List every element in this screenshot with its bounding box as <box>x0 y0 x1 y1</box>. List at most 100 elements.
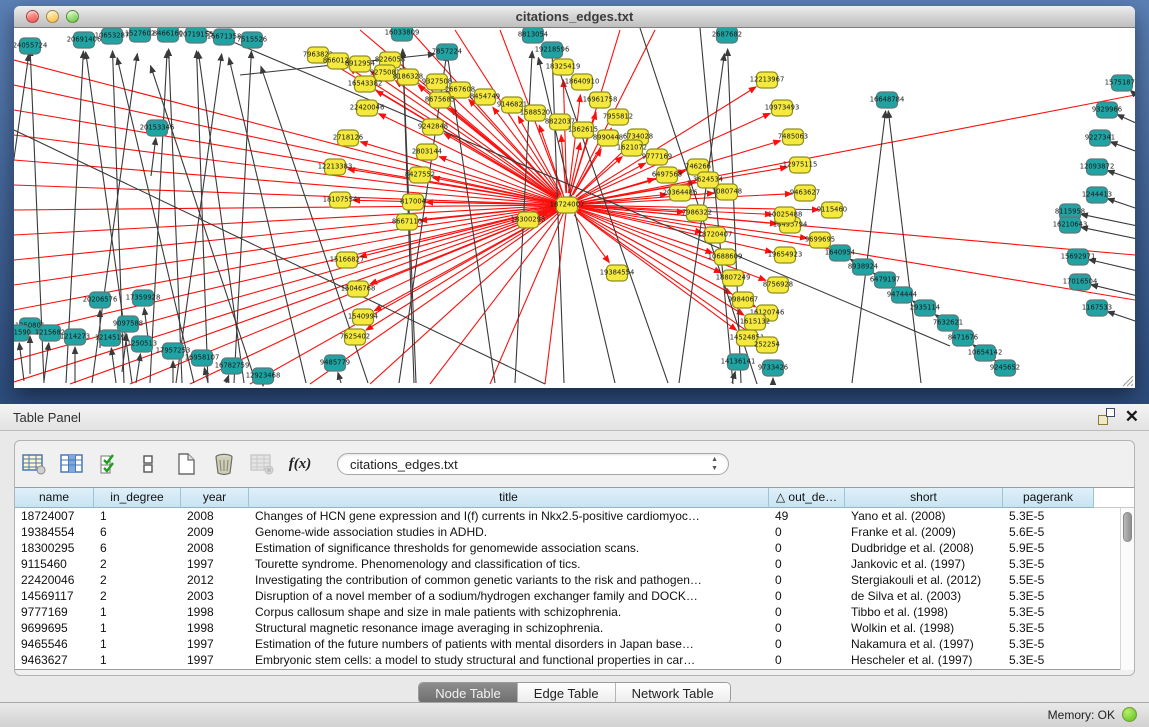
network-node-label: 7632621 <box>933 319 963 327</box>
cell-name: 9115460 <box>15 556 94 572</box>
table-row[interactable]: 946554611997Estimation of the future num… <box>15 636 1120 652</box>
cell-out_degree: 0 <box>769 588 845 604</box>
table-panel-header: Table Panel ✕ <box>0 404 1149 431</box>
network-node-label: 1167533 <box>1082 304 1112 312</box>
network-node-label: 1640954 <box>825 249 855 257</box>
network-canvas[interactable]: 1872400779638228660128891295482260589275… <box>14 28 1135 388</box>
network-node-label: 1080748 <box>712 188 742 196</box>
network-node-label: 15692971 <box>1061 253 1096 261</box>
network-node-label: 7515526 <box>237 36 267 44</box>
tab-node-table[interactable]: Node Table <box>419 683 518 703</box>
table-panel-title: Table Panel <box>13 410 81 425</box>
cell-in_degree: 2 <box>94 556 181 572</box>
scrollbar-thumb[interactable] <box>1123 512 1132 542</box>
cell-name: 22420046 <box>15 572 94 588</box>
network-node-label: 19654923 <box>768 251 803 259</box>
column-header-in_degree[interactable]: in_degree <box>94 488 181 508</box>
cell-pagerank: 5.3E-5 <box>1003 508 1094 524</box>
column-header-out_degree[interactable]: △ out_de… <box>769 488 845 508</box>
cell-in_degree: 2 <box>94 572 181 588</box>
network-node-label: 15166827 <box>330 256 365 264</box>
network-node-label: 9245652 <box>990 364 1020 372</box>
float-panel-icon[interactable] <box>1098 408 1115 425</box>
network-edge <box>169 49 182 383</box>
table-row[interactable]: 2242004622012Investigating the contribut… <box>15 572 1120 588</box>
network-node-label: 20206576 <box>83 296 118 304</box>
table-row[interactable]: 1872400712008Changes of HCN gene express… <box>15 508 1120 524</box>
cell-year: 1997 <box>181 636 249 652</box>
network-node-label: 10025488 <box>768 211 803 219</box>
cell-pagerank: 5.3E-5 <box>1003 620 1094 636</box>
network-edge <box>1107 171 1135 181</box>
network-node-label: 9984067 <box>728 296 758 304</box>
table-selector-dropdown[interactable]: citations_edges.txt ▲▼ <box>337 453 729 475</box>
tab-edge-table[interactable]: Edge Table <box>518 683 616 703</box>
network-node-label: 19384554 <box>600 269 635 277</box>
network-node-label: 9329966 <box>1092 106 1122 114</box>
network-node-label: 252254 <box>754 341 780 349</box>
network-node-label: 20364486 <box>663 189 698 197</box>
select-columns-icon[interactable] <box>59 451 85 477</box>
table-header-row: namein_degreeyeartitle△ out_de…shortpage… <box>15 488 1134 508</box>
cell-in_degree: 1 <box>94 652 181 668</box>
cell-name: 9777169 <box>15 604 94 620</box>
column-header-title[interactable]: title <box>249 488 769 508</box>
network-node-label: 8822037 <box>545 118 575 126</box>
network-edge <box>1089 259 1135 271</box>
cell-out_degree: 0 <box>769 652 845 668</box>
network-node-label: 9777169 <box>642 153 672 161</box>
column-header-short[interactable]: short <box>845 488 1003 508</box>
network-node-label: 9463627 <box>790 189 820 197</box>
network-node-label: 15046768 <box>341 285 376 293</box>
new-document-icon[interactable] <box>173 451 199 477</box>
resize-grip[interactable] <box>1121 374 1134 387</box>
network-edge <box>888 111 921 383</box>
network-node-label: 8756928 <box>763 281 793 289</box>
row-height-icon[interactable] <box>135 451 161 477</box>
network-node-label: 18724007 <box>550 201 585 209</box>
cell-in_degree: 6 <box>94 540 181 556</box>
cell-title: Tourette syndrome. Phenomenology and cla… <box>249 556 769 572</box>
delete-trash-icon[interactable] <box>211 451 237 477</box>
table-row[interactable]: 1830029562008Estimation of significance … <box>15 540 1120 556</box>
column-header-pagerank[interactable]: pagerank <box>1003 488 1094 508</box>
network-node-label: 17359928 <box>126 294 161 302</box>
network-edge <box>852 111 886 383</box>
column-header-year[interactable]: year <box>181 488 249 508</box>
cell-title: Corpus callosum shape and size in male p… <box>249 604 769 620</box>
network-edge <box>14 110 567 205</box>
network-node-label: 10973493 <box>765 104 800 112</box>
close-panel-icon[interactable]: ✕ <box>1125 408 1139 425</box>
window-titlebar[interactable]: citations_edges.txt <box>14 6 1135 28</box>
table-row[interactable]: 1456911722003Disruption of a novel membe… <box>15 588 1120 604</box>
function-builder-icon[interactable]: f(x) <box>287 451 313 477</box>
network-node-label: 12213383 <box>318 163 353 171</box>
memory-status-indicator[interactable] <box>1122 707 1137 722</box>
network-node-label: 10688609 <box>708 253 743 261</box>
network-node-label: 19218596 <box>535 46 570 54</box>
network-node-label: 12093872 <box>1080 163 1115 171</box>
network-node-label: 8912954 <box>345 60 375 68</box>
table-row[interactable]: 977716911998Corpus callosum shape and si… <box>15 604 1120 620</box>
table-vertical-scrollbar[interactable] <box>1120 508 1134 670</box>
cell-out_degree: 0 <box>769 636 845 652</box>
network-node-label: 16958107 <box>185 354 220 362</box>
cell-pagerank: 5.3E-5 <box>1003 636 1094 652</box>
network-node-label: 12213967 <box>750 76 785 84</box>
delete-table-icon[interactable] <box>249 451 275 477</box>
column-header-name[interactable]: name <box>15 488 94 508</box>
network-edge <box>14 160 567 205</box>
table-settings-icon[interactable] <box>21 451 47 477</box>
tab-network-table[interactable]: Network Table <box>616 683 730 703</box>
network-graph[interactable]: 1872400779638228660128891295482260589275… <box>14 28 1135 388</box>
table-row[interactable]: 1938455462009Genome-wide association stu… <box>15 524 1120 540</box>
table-row[interactable]: 946362711997Embryonic stem cells: a mode… <box>15 652 1120 668</box>
cell-name: 9465546 <box>15 636 94 652</box>
network-edge <box>1117 115 1135 124</box>
table-row[interactable]: 911546021997Tourette syndrome. Phenomeno… <box>15 556 1120 572</box>
table-type-segmented-control: Node TableEdge TableNetwork Table <box>418 682 731 704</box>
table-selector-value: citations_edges.txt <box>350 457 458 472</box>
select-all-columns-icon[interactable] <box>97 451 123 477</box>
table-row[interactable]: 969969511998Structural magnetic resonanc… <box>15 620 1120 636</box>
cell-title: Structural magnetic resonance image aver… <box>249 620 769 636</box>
